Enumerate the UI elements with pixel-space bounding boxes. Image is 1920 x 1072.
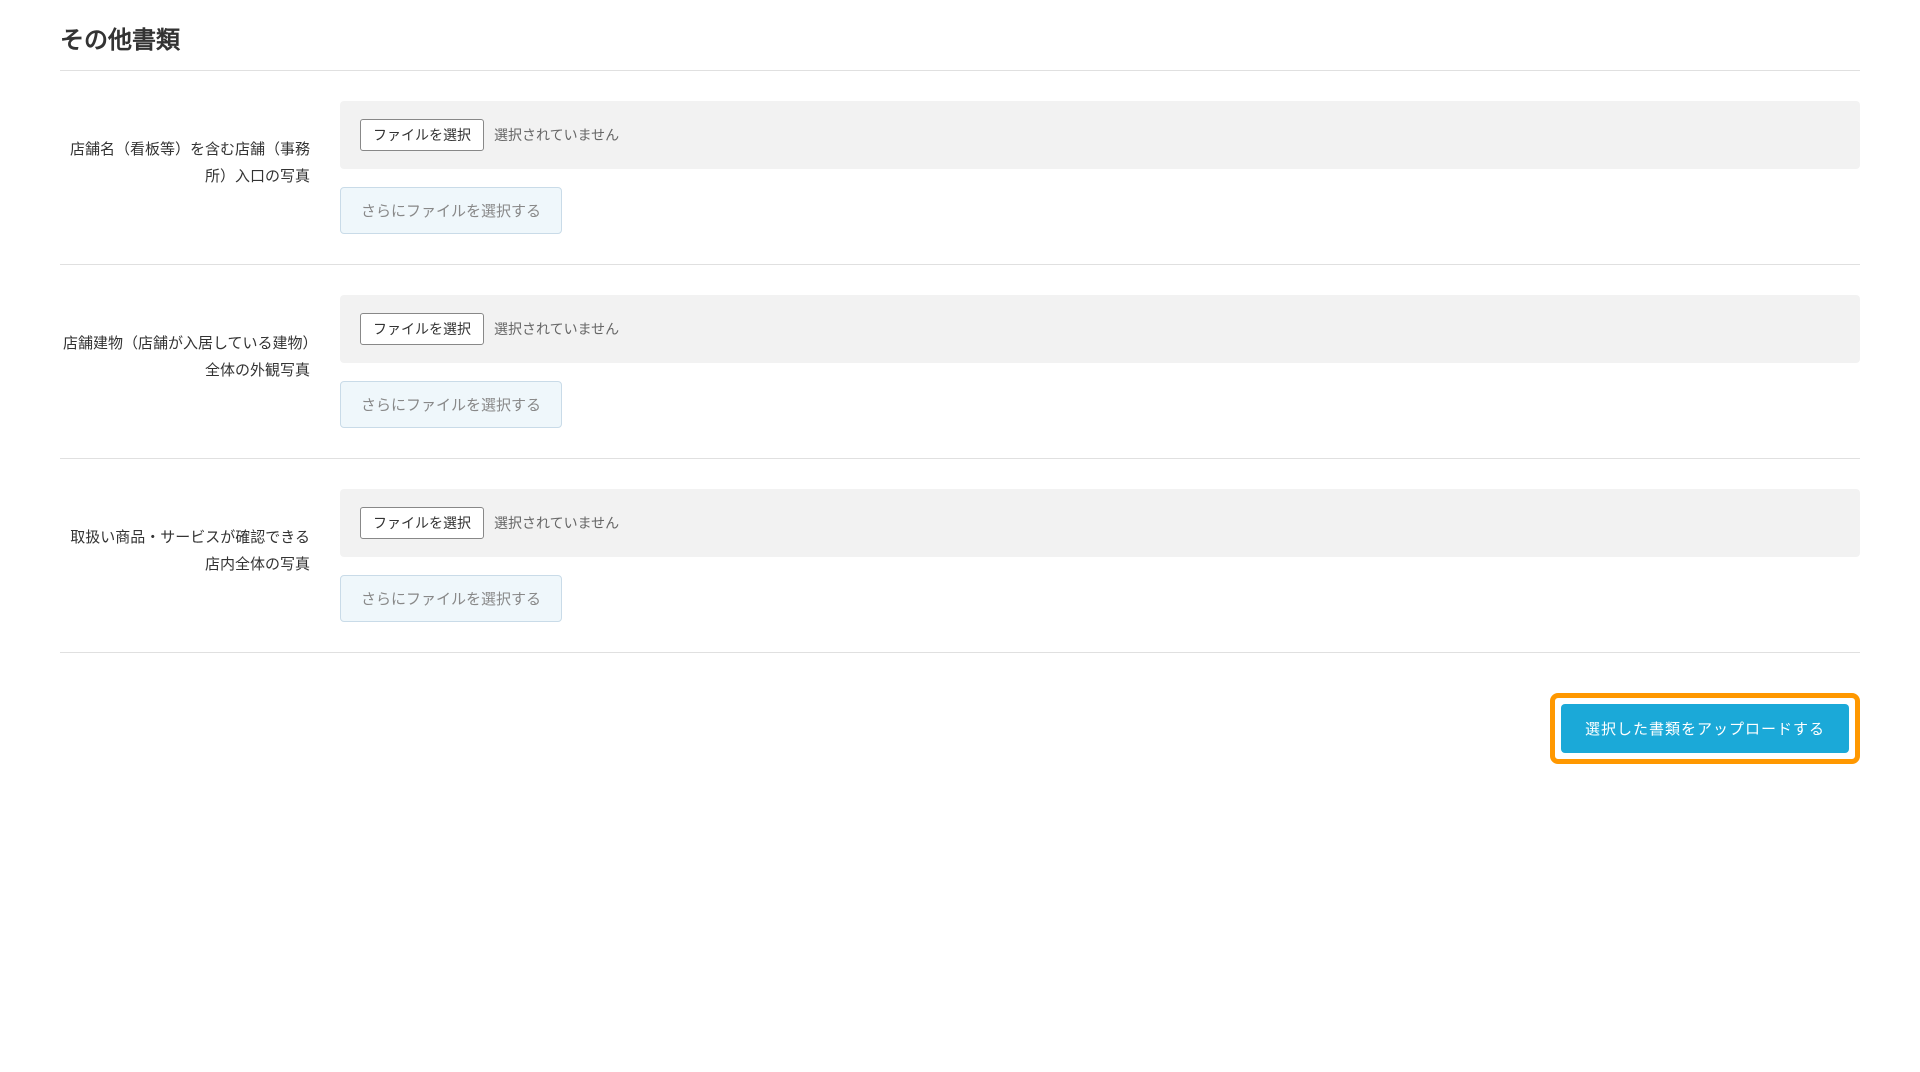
- section-title: その他書類: [60, 0, 1860, 71]
- upload-content: ファイルを選択 選択されていません さらにファイルを選択する: [340, 489, 1860, 622]
- file-select-button[interactable]: ファイルを選択: [360, 507, 484, 539]
- upload-button-highlight: 選択した書類をアップロードする: [1550, 693, 1860, 764]
- upload-row-entrance-photo: 店舗名（看板等）を含む店舗（事務所）入口の写真 ファイルを選択 選択されていませ…: [60, 71, 1860, 265]
- upload-content: ファイルを選択 選択されていません さらにファイルを選択する: [340, 101, 1860, 234]
- file-select-button[interactable]: ファイルを選択: [360, 119, 484, 151]
- file-select-button[interactable]: ファイルを選択: [360, 313, 484, 345]
- more-files-button[interactable]: さらにファイルを選択する: [340, 187, 562, 234]
- upload-row-interior-photo: 取扱い商品・サービスが確認できる店内全体の写真 ファイルを選択 選択されていませ…: [60, 459, 1860, 653]
- upload-label: 店舗建物（店舗が入居している建物）全体の外観写真: [60, 295, 340, 384]
- upload-label: 店舗名（看板等）を含む店舗（事務所）入口の写真: [60, 101, 340, 190]
- file-select-box: ファイルを選択 選択されていません: [340, 295, 1860, 363]
- footer-area: 選択した書類をアップロードする: [60, 653, 1860, 794]
- file-select-box: ファイルを選択 選択されていません: [340, 101, 1860, 169]
- upload-label: 取扱い商品・サービスが確認できる店内全体の写真: [60, 489, 340, 578]
- more-files-button[interactable]: さらにファイルを選択する: [340, 381, 562, 428]
- upload-content: ファイルを選択 選択されていません さらにファイルを選択する: [340, 295, 1860, 428]
- file-select-box: ファイルを選択 選択されていません: [340, 489, 1860, 557]
- file-select-status: 選択されていません: [494, 513, 619, 533]
- upload-row-building-photo: 店舗建物（店舗が入居している建物）全体の外観写真 ファイルを選択 選択されていま…: [60, 265, 1860, 459]
- file-select-status: 選択されていません: [494, 319, 619, 339]
- file-select-status: 選択されていません: [494, 125, 619, 145]
- more-files-button[interactable]: さらにファイルを選択する: [340, 575, 562, 622]
- upload-documents-button[interactable]: 選択した書類をアップロードする: [1561, 704, 1849, 753]
